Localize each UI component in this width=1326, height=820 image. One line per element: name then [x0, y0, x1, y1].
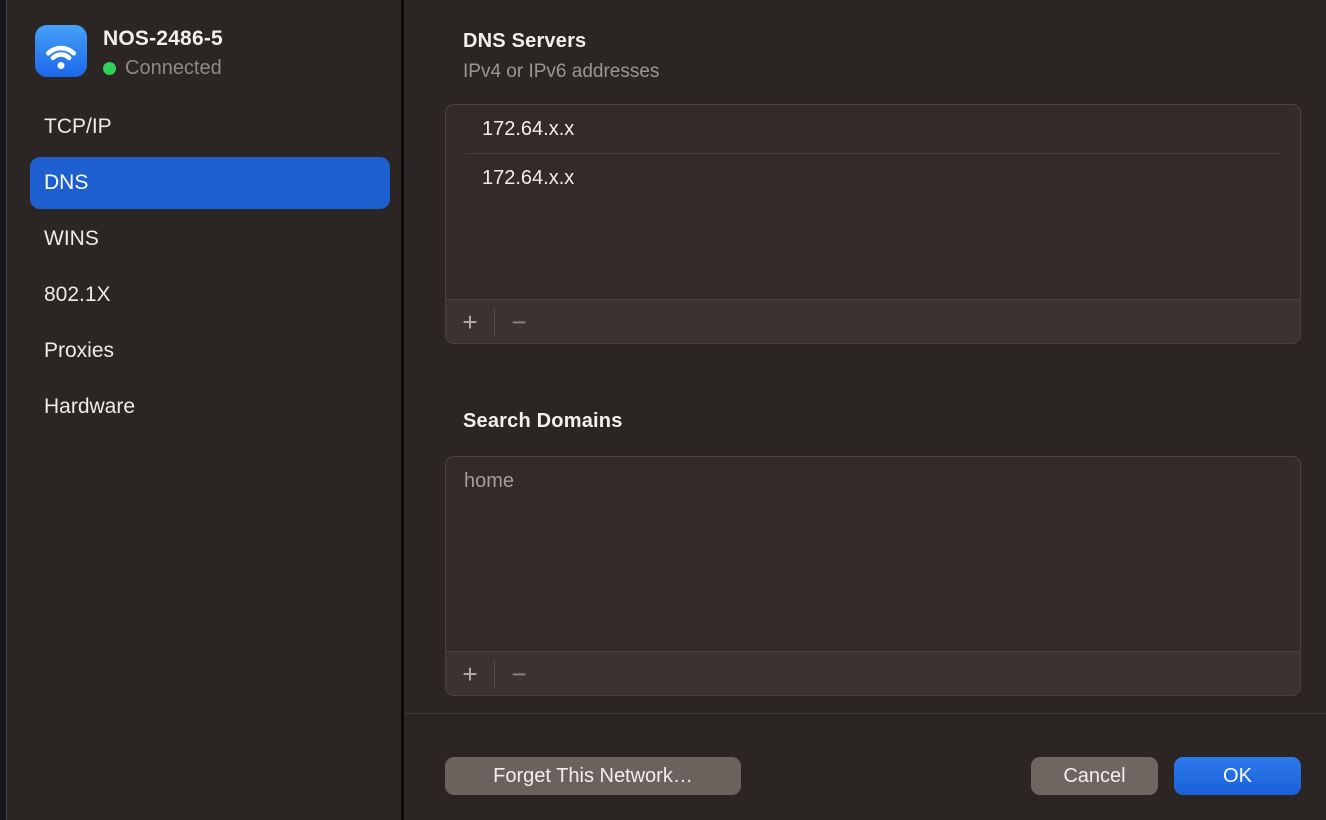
- dns-pane: DNS Servers IPv4 or IPv6 addresses 172.6…: [404, 0, 1326, 820]
- network-name: NOS-2486-5: [103, 27, 223, 51]
- search-domain-entry[interactable]: home: [446, 457, 1300, 505]
- dns-server-entry[interactable]: 172.64.x.x: [446, 154, 1300, 202]
- sidebar-menu: TCP/IP DNS WINS 802.1X Proxies Hardware: [30, 101, 390, 437]
- search-domains-list: home + −: [445, 456, 1301, 696]
- dns-servers-title: DNS Servers: [463, 30, 586, 53]
- search-domain-remove-button[interactable]: −: [495, 652, 543, 696]
- sidebar-item-8021x[interactable]: 802.1X: [30, 269, 390, 321]
- sidebar: NOS-2486-5 Connected TCP/IP DNS WINS 802…: [8, 0, 401, 820]
- dns-remove-button[interactable]: −: [495, 300, 543, 344]
- sidebar-item-dns[interactable]: DNS: [30, 157, 390, 209]
- dns-servers-list: 172.64.x.x 172.64.x.x + −: [445, 104, 1301, 344]
- search-domains-footer: + −: [446, 651, 1300, 695]
- dns-server-entry[interactable]: 172.64.x.x: [446, 105, 1300, 153]
- wifi-icon: [35, 25, 87, 77]
- connected-status-dot-icon: [103, 62, 116, 75]
- network-details-sheet: NOS-2486-5 Connected TCP/IP DNS WINS 802…: [0, 0, 1326, 820]
- dns-servers-footer: + −: [446, 299, 1300, 343]
- footer-divider: [404, 713, 1326, 714]
- search-domains-rows: home: [446, 457, 1300, 651]
- sidebar-item-tcpip[interactable]: TCP/IP: [30, 101, 390, 153]
- dns-servers-rows: 172.64.x.x 172.64.x.x: [446, 105, 1300, 299]
- ok-button[interactable]: OK: [1174, 757, 1301, 795]
- sidebar-item-hardware[interactable]: Hardware: [30, 381, 390, 433]
- dns-servers-subtitle: IPv4 or IPv6 addresses: [463, 61, 659, 83]
- network-status-label: Connected: [125, 57, 222, 80]
- search-domain-add-button[interactable]: +: [446, 652, 494, 696]
- background-window-edge: [0, 0, 7, 820]
- sidebar-item-wins[interactable]: WINS: [30, 213, 390, 265]
- forget-network-button[interactable]: Forget This Network…: [445, 757, 741, 795]
- network-status: Connected: [103, 57, 222, 80]
- dns-add-button[interactable]: +: [446, 300, 494, 344]
- sidebar-item-proxies[interactable]: Proxies: [30, 325, 390, 377]
- search-domains-title: Search Domains: [463, 410, 623, 433]
- cancel-button[interactable]: Cancel: [1031, 757, 1158, 795]
